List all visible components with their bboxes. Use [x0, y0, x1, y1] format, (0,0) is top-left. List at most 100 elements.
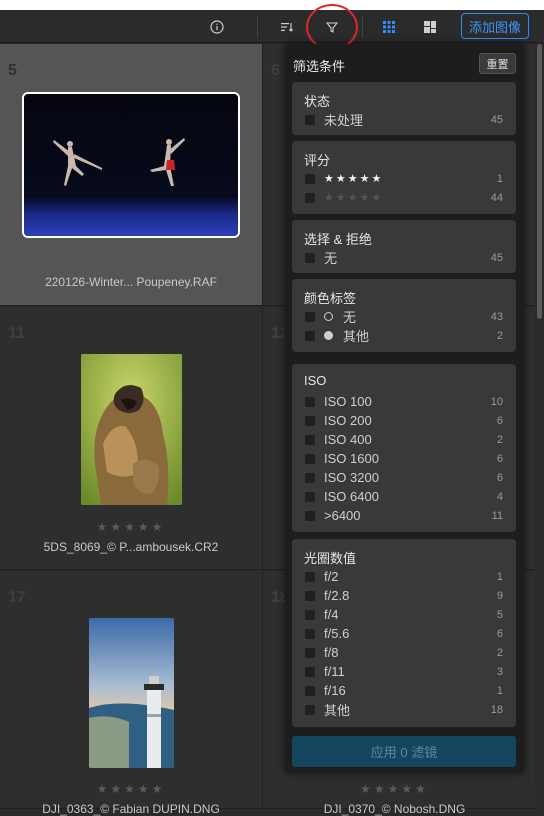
section-title: 选择 & 拒绝: [304, 232, 372, 247]
checkbox[interactable]: [305, 647, 315, 658]
option-count: 9: [496, 589, 503, 602]
option-count: 6: [496, 452, 503, 465]
option-label: ISO 400: [324, 432, 372, 447]
rating-stars[interactable]: ★★★★★: [263, 782, 526, 796]
filter-section-color-label: 颜色标签 无 43 其他 2: [292, 279, 516, 352]
option-label: f/4: [324, 607, 339, 622]
photo-thumbnail[interactable]: [89, 618, 174, 768]
filter-option[interactable]: f/4 5: [305, 605, 503, 624]
filter-option[interactable]: ★★★★★ 44: [305, 188, 503, 207]
option-label: f/2: [324, 569, 339, 584]
cell-number: 5: [8, 62, 17, 79]
checkbox[interactable]: [305, 114, 315, 125]
checkbox[interactable]: [305, 192, 315, 203]
filter-option[interactable]: ISO 6400 4: [305, 487, 503, 506]
checkbox[interactable]: [305, 252, 315, 263]
option-count: 1: [496, 172, 503, 185]
checkbox[interactable]: [305, 311, 315, 322]
option-label: 无: [324, 251, 338, 266]
filter-option[interactable]: ISO 200 6: [305, 411, 503, 430]
cell-number: 6: [271, 62, 280, 79]
reset-button[interactable]: 重置: [479, 53, 516, 74]
checkbox[interactable]: [305, 173, 315, 184]
grid-cell[interactable]: 11 ★★★★★ 5DS_8069_© P...ambousek.CR2: [0, 307, 263, 570]
option-count: 1: [496, 570, 503, 583]
checkbox[interactable]: [305, 396, 315, 407]
filter-option[interactable]: 未处理 45: [305, 110, 503, 129]
scrollbar-thumb[interactable]: [537, 44, 542, 319]
filter-option[interactable]: ★★★★★ 1: [305, 169, 503, 188]
filter-option[interactable]: f/16 1: [305, 681, 503, 700]
filter-option[interactable]: ISO 400 2: [305, 430, 503, 449]
mosaic-view-icon[interactable]: [421, 18, 439, 36]
section-title: 评分: [304, 153, 331, 168]
option-count: 45: [490, 113, 503, 126]
checkbox[interactable]: [305, 453, 315, 464]
checkbox[interactable]: [305, 704, 315, 715]
filter-option[interactable]: ISO 3200 6: [305, 468, 503, 487]
filter-option[interactable]: 其他 18: [305, 700, 503, 719]
filter-option[interactable]: 无 43: [305, 307, 503, 326]
filter-option[interactable]: 无 45: [305, 248, 503, 267]
grid-view-icon[interactable]: [380, 18, 398, 36]
photo-thumbnail[interactable]: [81, 354, 182, 505]
scrollbar[interactable]: [535, 44, 544, 809]
checkbox[interactable]: [305, 510, 315, 521]
rating-stars[interactable]: ★★★★★: [0, 782, 262, 796]
checkbox[interactable]: [305, 330, 315, 341]
empty-circle-icon: [324, 312, 333, 321]
cell-number: 11: [8, 325, 25, 342]
filter-option[interactable]: f/2 1: [305, 567, 503, 586]
filter-option[interactable]: f/5.6 6: [305, 624, 503, 643]
filter-option[interactable]: f/11 3: [305, 662, 503, 681]
toolbar-separator: [362, 16, 363, 38]
checkbox[interactable]: [305, 666, 315, 677]
checkbox[interactable]: [305, 434, 315, 445]
filter-option[interactable]: ISO 1600 6: [305, 449, 503, 468]
option-count: 4: [496, 490, 503, 503]
checkbox[interactable]: [305, 628, 315, 639]
option-count: 6: [496, 414, 503, 427]
checkbox[interactable]: [305, 609, 315, 620]
option-label: ISO 200: [324, 413, 372, 428]
checkbox[interactable]: [305, 685, 315, 696]
filter-option[interactable]: f/2.8 9: [305, 586, 503, 605]
option-count: 2: [496, 646, 503, 659]
photo-filename: 5DS_8069_© P...ambousek.CR2: [43, 540, 219, 554]
photo-thumbnail[interactable]: [22, 92, 240, 238]
option-count: 10: [490, 395, 503, 408]
rating-stars[interactable]: ★★★★★: [0, 520, 262, 534]
option-count: 3: [496, 665, 503, 678]
filter-panel-title: 筛选条件: [293, 59, 346, 74]
checkbox[interactable]: [305, 571, 315, 582]
window-top-edge: [0, 0, 544, 10]
photo-filename: DJI_0363_© Fabian DUPIN.DNG: [42, 802, 220, 816]
apply-filters-button[interactable]: 应用 0 滤镜: [292, 736, 516, 767]
add-image-button[interactable]: 添加图像: [461, 13, 529, 39]
option-count: 2: [496, 329, 503, 342]
cell-number: 17: [8, 589, 26, 606]
checkbox[interactable]: [305, 415, 315, 426]
sort-icon[interactable]: [278, 18, 296, 36]
checkbox[interactable]: [305, 590, 315, 601]
option-count: 11: [491, 509, 503, 522]
option-count: 1: [496, 684, 503, 697]
section-title: 光圈数值: [304, 551, 357, 566]
option-label: ISO 3200: [324, 470, 379, 485]
toolbar: 添加图像: [0, 10, 544, 43]
filter-section-iso: ISO ISO 100 10 ISO 200 6 ISO 400 2 ISO 1600…: [292, 364, 516, 532]
option-label: f/5.6: [324, 626, 350, 641]
filter-option[interactable]: ISO 100 10: [305, 392, 503, 411]
filter-option[interactable]: 其他 2: [305, 326, 503, 345]
checkbox[interactable]: [305, 491, 315, 502]
filter-option[interactable]: >6400 11: [305, 506, 503, 525]
grid-cell[interactable]: 17 ★★★★★ DJI_0363_© Fabian DUPIN.DNG: [0, 571, 263, 816]
grid-cell[interactable]: 5 220126-Winter... Poupeney.RAF: [0, 44, 263, 306]
filter-option[interactable]: f/8 2: [305, 643, 503, 662]
option-label: f/2.8: [324, 588, 350, 603]
option-label: ★★★★★: [324, 192, 384, 204]
checkbox[interactable]: [305, 472, 315, 483]
option-label: 无: [343, 310, 357, 325]
option-label: f/11: [324, 664, 345, 679]
info-icon[interactable]: [208, 18, 226, 36]
